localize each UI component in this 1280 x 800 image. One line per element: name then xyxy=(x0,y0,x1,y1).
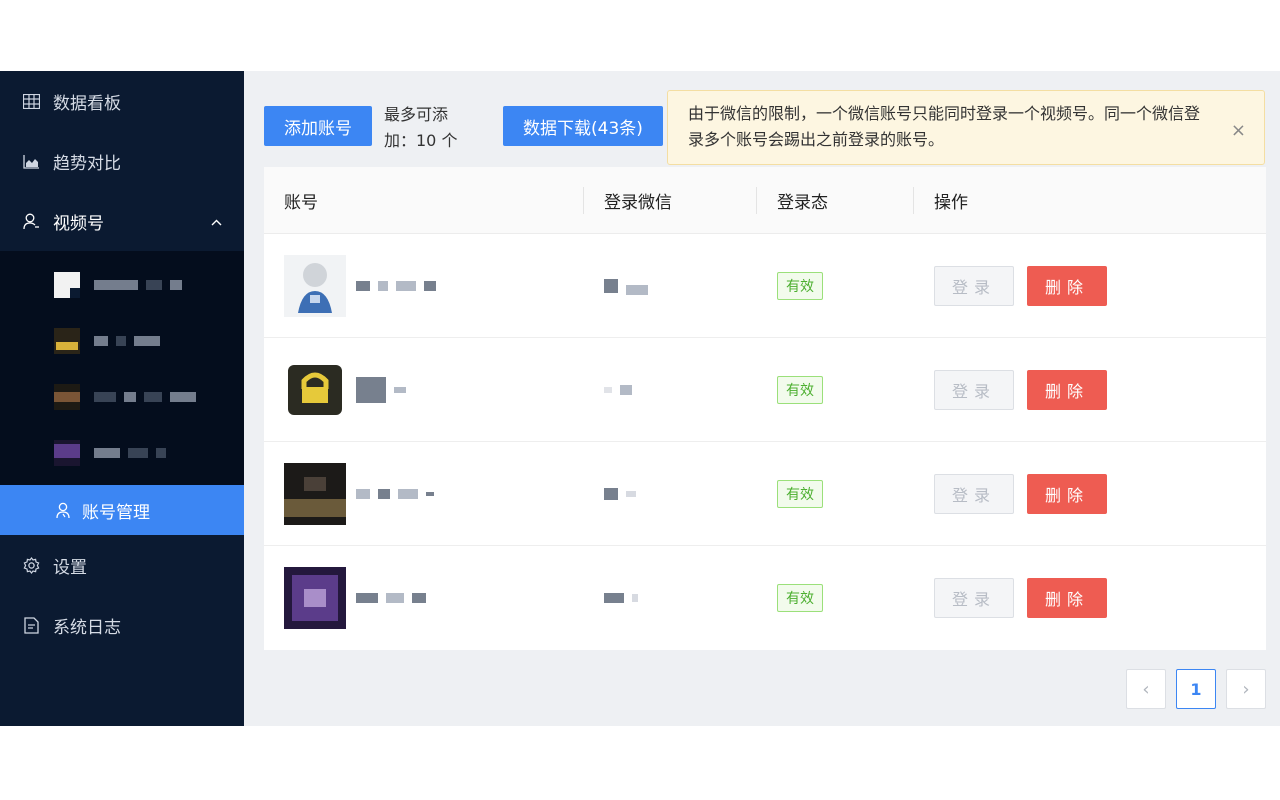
wechat-cell xyxy=(584,277,757,295)
account-cell xyxy=(264,462,584,525)
sidebar-item-label: 数据看板 xyxy=(53,93,121,114)
login-button[interactable]: 登录 xyxy=(934,265,1014,306)
status-badge: 有效 xyxy=(777,271,823,300)
toolbar: 添加账号 最多可添 加：10 个 数据下载(43条) xyxy=(264,105,663,154)
status-badge: 有效 xyxy=(777,479,823,508)
sidebar-channel-account[interactable] xyxy=(0,369,244,425)
accounts-table: 账号 登录微信 登录态 操作 有效 登录 删除 有效 登录 删除 有效 登录 删… xyxy=(264,167,1266,650)
actions-cell: 登录 删除 xyxy=(914,265,1266,306)
user-icon xyxy=(22,212,40,230)
redacted-account-name xyxy=(356,593,426,603)
area-chart-icon xyxy=(22,152,40,170)
channel-avatar xyxy=(54,384,80,410)
status-cell: 有效 xyxy=(757,584,914,612)
redacted-account-name xyxy=(356,488,434,499)
table-row: 有效 登录 删除 xyxy=(264,338,1266,442)
wechat-cell xyxy=(584,487,757,500)
channel-submenu: 账号管理 xyxy=(0,251,244,535)
status-cell: 有效 xyxy=(757,479,914,508)
account-limit-text: 最多可添 加：10 个 xyxy=(384,102,476,154)
channel-avatar xyxy=(54,328,80,354)
chevron-up-icon xyxy=(211,211,222,231)
sidebar-item-system-log[interactable]: 系统日志 xyxy=(0,595,244,655)
column-header-actions: 操作 xyxy=(934,192,968,213)
account-cell xyxy=(264,567,584,629)
redacted-name xyxy=(94,392,196,402)
sidebar-item-account-management[interactable]: 账号管理 xyxy=(0,485,244,535)
close-icon[interactable]: × xyxy=(1231,118,1246,144)
next-page-button[interactable]: › xyxy=(1226,669,1266,709)
add-account-button[interactable]: 添加账号 xyxy=(264,106,372,146)
account-avatar xyxy=(284,254,346,317)
sidebar-item-label: 设置 xyxy=(53,557,87,578)
sidebar-item-label: 趋势对比 xyxy=(53,153,121,174)
table-row: 有效 登录 删除 xyxy=(264,546,1266,650)
sidebar-item-settings[interactable]: 设置 xyxy=(0,535,244,595)
redacted-name xyxy=(94,280,182,290)
account-cell xyxy=(264,358,584,421)
notice-text: 由于微信的限制，一个微信账号只能同时登录一个视频号。同一个微信登录多个账号会踢出… xyxy=(688,104,1201,149)
status-badge: 有效 xyxy=(777,375,823,404)
gear-icon xyxy=(22,556,40,574)
sidebar-channel-account[interactable] xyxy=(0,313,244,369)
column-header-status: 登录态 xyxy=(757,167,914,234)
download-data-button[interactable]: 数据下载(43条) xyxy=(503,106,663,146)
sidebar-item-dashboard[interactable]: 数据看板 xyxy=(0,71,244,131)
column-header-wechat: 登录微信 xyxy=(584,167,757,234)
sidebar-channel-account[interactable] xyxy=(0,257,244,313)
page-number-button[interactable]: 1 xyxy=(1176,669,1216,709)
delete-button[interactable]: 删除 xyxy=(1027,578,1107,618)
redacted-name xyxy=(94,448,166,458)
sidebar: 数据看板 趋势对比 视频号 账号管理 设置 系统日志 xyxy=(0,71,244,726)
limit-line: 加：10 个 xyxy=(384,131,458,150)
delete-button[interactable]: 删除 xyxy=(1027,369,1107,410)
prev-page-button[interactable]: ‹ xyxy=(1126,669,1166,709)
redacted-account-name xyxy=(356,376,406,403)
wechat-cell xyxy=(584,593,757,603)
users-icon xyxy=(54,501,72,519)
login-button[interactable]: 登录 xyxy=(934,369,1014,410)
redacted-wechat xyxy=(604,593,638,603)
main-content: 添加账号 最多可添 加：10 个 数据下载(43条) 由于微信的限制，一个微信账… xyxy=(244,71,1280,726)
document-icon xyxy=(22,616,40,634)
sidebar-item-trends[interactable]: 趋势对比 xyxy=(0,131,244,191)
status-cell: 有效 xyxy=(757,375,914,404)
sidebar-item-channels[interactable]: 视频号 xyxy=(0,191,244,251)
status-badge: 有效 xyxy=(777,584,823,612)
table-row: 有效 登录 删除 xyxy=(264,442,1266,546)
login-button[interactable]: 登录 xyxy=(934,473,1014,514)
sidebar-item-label: 视频号 xyxy=(53,213,104,234)
account-cell xyxy=(264,254,584,317)
table-header: 账号 登录微信 登录态 操作 xyxy=(264,167,1266,234)
delete-button[interactable]: 删除 xyxy=(1027,473,1107,514)
sidebar-channel-account[interactable] xyxy=(0,425,244,481)
redacted-wechat xyxy=(604,277,648,295)
actions-cell: 登录 删除 xyxy=(914,369,1266,410)
account-avatar xyxy=(284,358,346,421)
table-row: 有效 登录 删除 xyxy=(264,234,1266,338)
column-header-account: 账号 xyxy=(264,167,584,234)
redacted-wechat xyxy=(604,487,636,500)
redacted-account-name xyxy=(356,280,436,291)
warning-notice: 由于微信的限制，一个微信账号只能同时登录一个视频号。同一个微信登录多个账号会踢出… xyxy=(667,90,1265,165)
actions-cell: 登录 删除 xyxy=(914,578,1266,618)
grid-icon xyxy=(22,92,40,110)
login-button[interactable]: 登录 xyxy=(934,578,1014,618)
actions-cell: 登录 删除 xyxy=(914,473,1266,514)
sidebar-item-label: 账号管理 xyxy=(82,502,150,523)
wechat-cell xyxy=(584,384,757,395)
pagination: ‹ 1 › xyxy=(1126,669,1266,709)
app-root: 数据看板 趋势对比 视频号 账号管理 设置 系统日志 添加账号 最多可添 加：1… xyxy=(0,71,1280,726)
redacted-wechat xyxy=(604,384,632,395)
channel-avatar xyxy=(54,440,80,466)
limit-line: 最多可添 xyxy=(384,105,449,124)
status-cell: 有效 xyxy=(757,271,914,300)
account-avatar xyxy=(284,567,346,629)
account-avatar xyxy=(284,462,346,525)
redacted-name xyxy=(94,336,160,346)
delete-button[interactable]: 删除 xyxy=(1027,265,1107,306)
channel-avatar xyxy=(54,272,80,298)
sidebar-item-label: 系统日志 xyxy=(53,617,121,638)
